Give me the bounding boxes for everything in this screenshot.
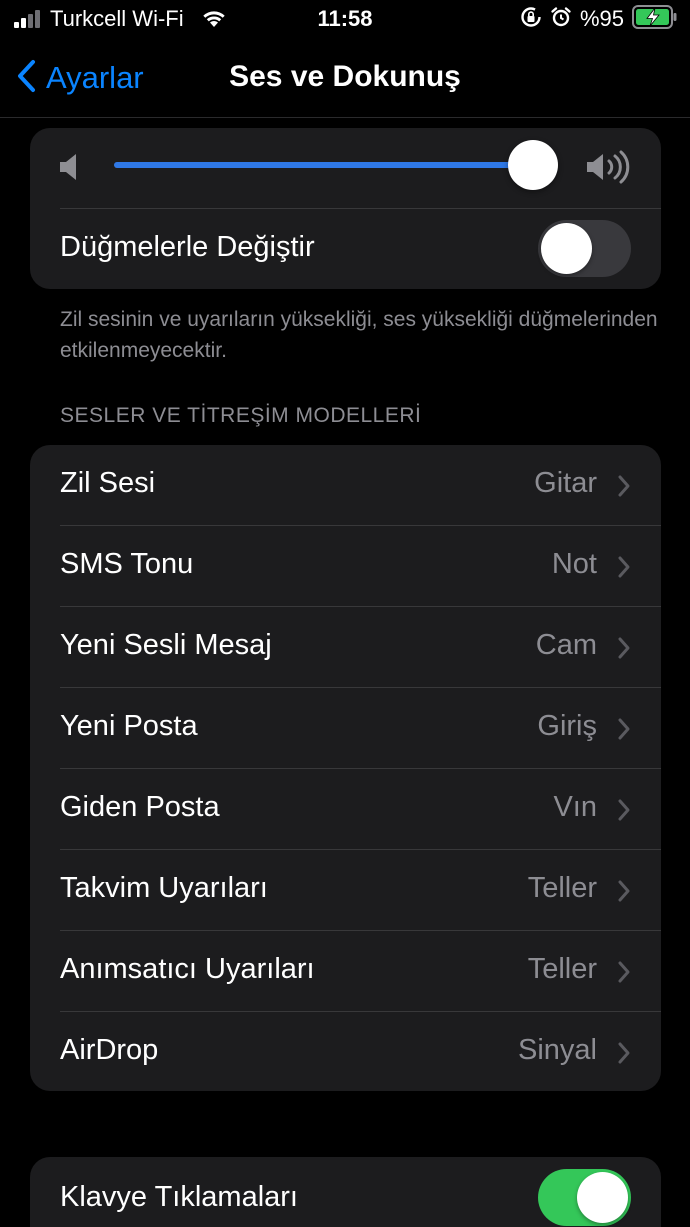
keyboard-clicks-toggle[interactable] (538, 1169, 631, 1226)
volume-slider-fill (114, 162, 533, 168)
list-item-label: Yeni Posta (60, 710, 198, 742)
speaker-low-icon (58, 152, 82, 187)
alarm-icon (550, 6, 572, 33)
list-item[interactable]: Anımsatıcı Uyarıları Teller (30, 931, 661, 1012)
list-item[interactable]: Yeni Posta Giriş (30, 688, 661, 769)
list-item[interactable]: Takvim Uyarıları Teller (30, 850, 661, 931)
sounds-list: Zil Sesi Gitar SMS Tonu Not Yeni Sesli Mesaj… (30, 445, 661, 1091)
list-item-value: Gitar (534, 467, 597, 499)
list-item[interactable]: Yeni Sesli Mesaj Cam (30, 607, 661, 688)
list-item-label: Zil Sesi (60, 467, 156, 499)
list-item-label: AirDrop (60, 1034, 159, 1066)
toggle-knob (541, 223, 592, 274)
change-with-buttons-label: Düğmelerle Değiştir (60, 231, 315, 263)
chevron-right-icon (617, 1041, 631, 1070)
list-item-value: Teller (527, 953, 597, 985)
list-item-value: Sinyal (518, 1034, 597, 1066)
speaker-high-icon (585, 150, 631, 189)
volume-card: Düğmelerle Değiştir (30, 128, 661, 289)
list-item-value: Not (551, 548, 597, 580)
chevron-right-icon (617, 798, 631, 827)
change-with-buttons-row: Düğmelerle Değiştir (30, 209, 661, 289)
volume-footnote: Zil sesinin ve uyarıların yüksekliği, se… (60, 308, 658, 362)
keyboard-clicks-card: Klavye Tıklamaları (30, 1157, 661, 1227)
status-bar: Turkcell Wi-Fi 11:58 %95 (0, 0, 690, 40)
volume-slider-row (30, 128, 661, 208)
chevron-right-icon (617, 636, 631, 665)
battery-charging-icon (632, 4, 678, 34)
list-item-label: Giden Posta (60, 791, 220, 823)
list-item-label: Takvim Uyarıları (60, 872, 268, 904)
volume-slider-thumb[interactable] (507, 140, 558, 190)
list-item-label: SMS Tonu (60, 548, 194, 580)
sounds-section-header: SESLER VE TİTREŞİM MODELLERİ (60, 404, 422, 427)
list-item-value: Giriş (537, 710, 597, 742)
chevron-right-icon (617, 717, 631, 746)
list-item-label: Yeni Sesli Mesaj (60, 629, 272, 661)
keyboard-clicks-label: Klavye Tıklamaları (60, 1181, 298, 1213)
chevron-right-icon (617, 474, 631, 503)
page-title: Ses ve Dokunuş (229, 60, 461, 93)
chevron-right-icon (617, 879, 631, 908)
list-item-value: Teller (527, 872, 597, 904)
list-item-value: Cam (535, 629, 597, 661)
rotation-lock-icon (520, 6, 542, 33)
chevron-right-icon (617, 555, 631, 584)
list-item[interactable]: AirDrop Sinyal (30, 1012, 661, 1091)
list-item[interactable]: SMS Tonu Not (30, 526, 661, 607)
navigation-bar: Ayarlar Ses ve Dokunuş (0, 40, 690, 118)
list-item-value: Vın (553, 791, 597, 823)
chevron-right-icon (617, 960, 631, 989)
change-with-buttons-toggle[interactable] (538, 220, 631, 277)
toggle-knob (577, 1172, 628, 1223)
list-item[interactable]: Zil Sesi Gitar (30, 445, 661, 526)
list-item-label: Anımsatıcı Uyarıları (60, 953, 315, 985)
list-item[interactable]: Giden Posta Vın (30, 769, 661, 850)
volume-slider[interactable] (114, 140, 558, 190)
battery-percentage: %95 (579, 6, 624, 31)
